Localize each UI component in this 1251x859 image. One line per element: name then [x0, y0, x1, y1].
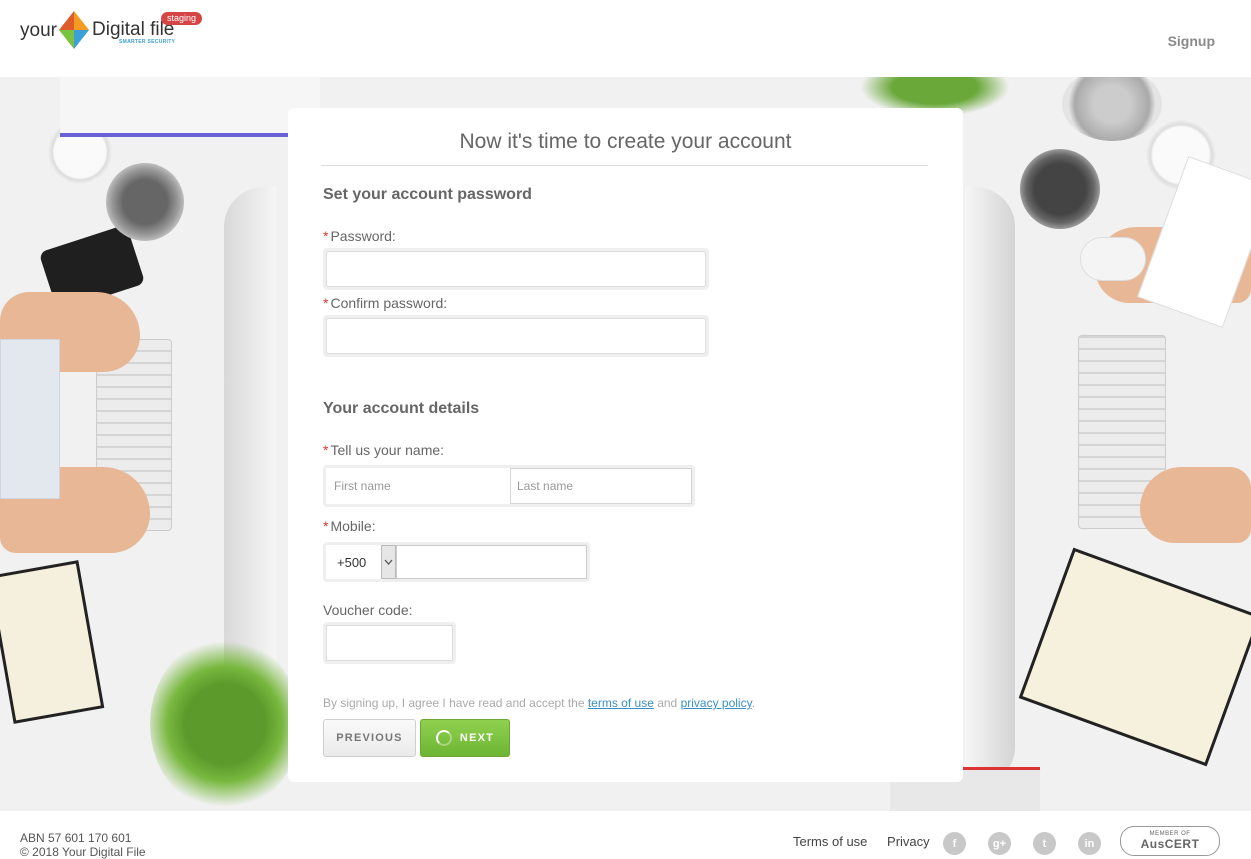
name-label: * Tell us your name: [323, 442, 444, 458]
required-marker: * [323, 518, 329, 534]
next-button-label: NEXT [459, 732, 495, 744]
right-pencil-cup-shape [1020, 149, 1100, 229]
left-plant-shape [150, 637, 300, 811]
password-section-heading: Set your account password [323, 186, 532, 203]
required-marker: * [323, 295, 329, 311]
staging-badge: staging [161, 12, 203, 25]
logo-tagline: SMARTER SECURITY [119, 39, 176, 45]
auscert-badge[interactable]: MEMBER OF AusCERT [1120, 826, 1220, 856]
confirm-password-label: * Confirm password: [323, 295, 447, 311]
last-name-input[interactable] [510, 468, 692, 504]
password-label-text: Password: [330, 228, 396, 244]
terms-of-use-link[interactable]: terms of use [588, 696, 654, 710]
name-field-group [323, 465, 695, 507]
left-notebook-shape [0, 560, 105, 724]
password-label: * Password: [323, 228, 396, 244]
chevron-down-icon[interactable] [380, 545, 396, 579]
logo-your-text: your [20, 20, 57, 41]
header: your Digital file SMARTER SECURITY stagi… [0, 0, 1251, 77]
auscert-big-text: AusCERT [1140, 837, 1200, 851]
copyright-text: © 2018 Your Digital File [20, 845, 146, 859]
mouse-shape [1080, 237, 1146, 281]
right-monitor-shape [965, 187, 1015, 787]
confirm-password-input[interactable] [326, 318, 706, 354]
mobile-field-group: +500 [323, 542, 590, 582]
footer-links: Terms of use Privacy [793, 834, 946, 849]
lamp-shape [1062, 77, 1162, 141]
footer: ABN 57 601 170 601 © 2018 Your Digital F… [0, 811, 1251, 859]
page-title: Now it's time to create your account [459, 130, 792, 153]
required-marker: * [323, 442, 329, 458]
left-paper-shape [0, 339, 60, 499]
top-book-shape [60, 77, 320, 137]
left-pencil-cup-shape [106, 163, 184, 241]
terms-and-text: and [653, 696, 681, 710]
loading-spinner-icon [435, 730, 452, 746]
mobile-label-text: Mobile: [330, 518, 376, 534]
twitter-icon[interactable]: t [1033, 832, 1056, 855]
logo[interactable]: your Digital file SMARTER SECURITY stagi… [20, 11, 220, 51]
facebook-icon[interactable]: f [943, 832, 966, 855]
title-divider [321, 165, 928, 166]
google-plus-icon[interactable]: g+ [988, 832, 1011, 855]
terms-prefix-text: By signing up, I agree I have read and a… [323, 696, 588, 710]
mobile-number-input[interactable] [396, 545, 587, 579]
voucher-field-wrap [323, 622, 456, 664]
right-hand-bottom-shape [1140, 467, 1251, 543]
details-section-heading: Your account details [323, 400, 480, 417]
password-input[interactable] [326, 251, 706, 287]
linkedin-icon[interactable]: in [1078, 832, 1101, 855]
first-name-input[interactable] [326, 468, 510, 504]
logo-mark-icon [59, 11, 89, 49]
terms-suffix-text: . [751, 696, 756, 710]
privacy-policy-link[interactable]: privacy policy [681, 696, 752, 710]
name-label-text: Tell us your name: [330, 442, 445, 458]
confirm-password-label-text: Confirm password: [330, 295, 448, 311]
password-field-wrap [323, 248, 709, 290]
previous-button[interactable]: PREVIOUS [323, 719, 416, 757]
required-marker: * [323, 228, 329, 244]
terms-notice: By signing up, I agree I have read and a… [323, 696, 755, 710]
voucher-code-input[interactable] [326, 625, 453, 661]
voucher-label: Voucher code: [323, 602, 413, 618]
mobile-label: * Mobile: [323, 518, 376, 534]
signup-link[interactable]: Signup [1168, 33, 1215, 49]
right-notebook-shape [1018, 547, 1251, 767]
signup-card: Now it's time to create your account Set… [288, 108, 963, 782]
abn-text: ABN 57 601 170 601 [20, 831, 132, 845]
country-code-select[interactable]: +500 [326, 545, 381, 579]
next-button[interactable]: NEXT [420, 719, 510, 757]
footer-privacy-link[interactable]: Privacy [887, 834, 930, 849]
footer-terms-link[interactable]: Terms of use [793, 834, 867, 849]
confirm-password-field-wrap [323, 315, 709, 357]
